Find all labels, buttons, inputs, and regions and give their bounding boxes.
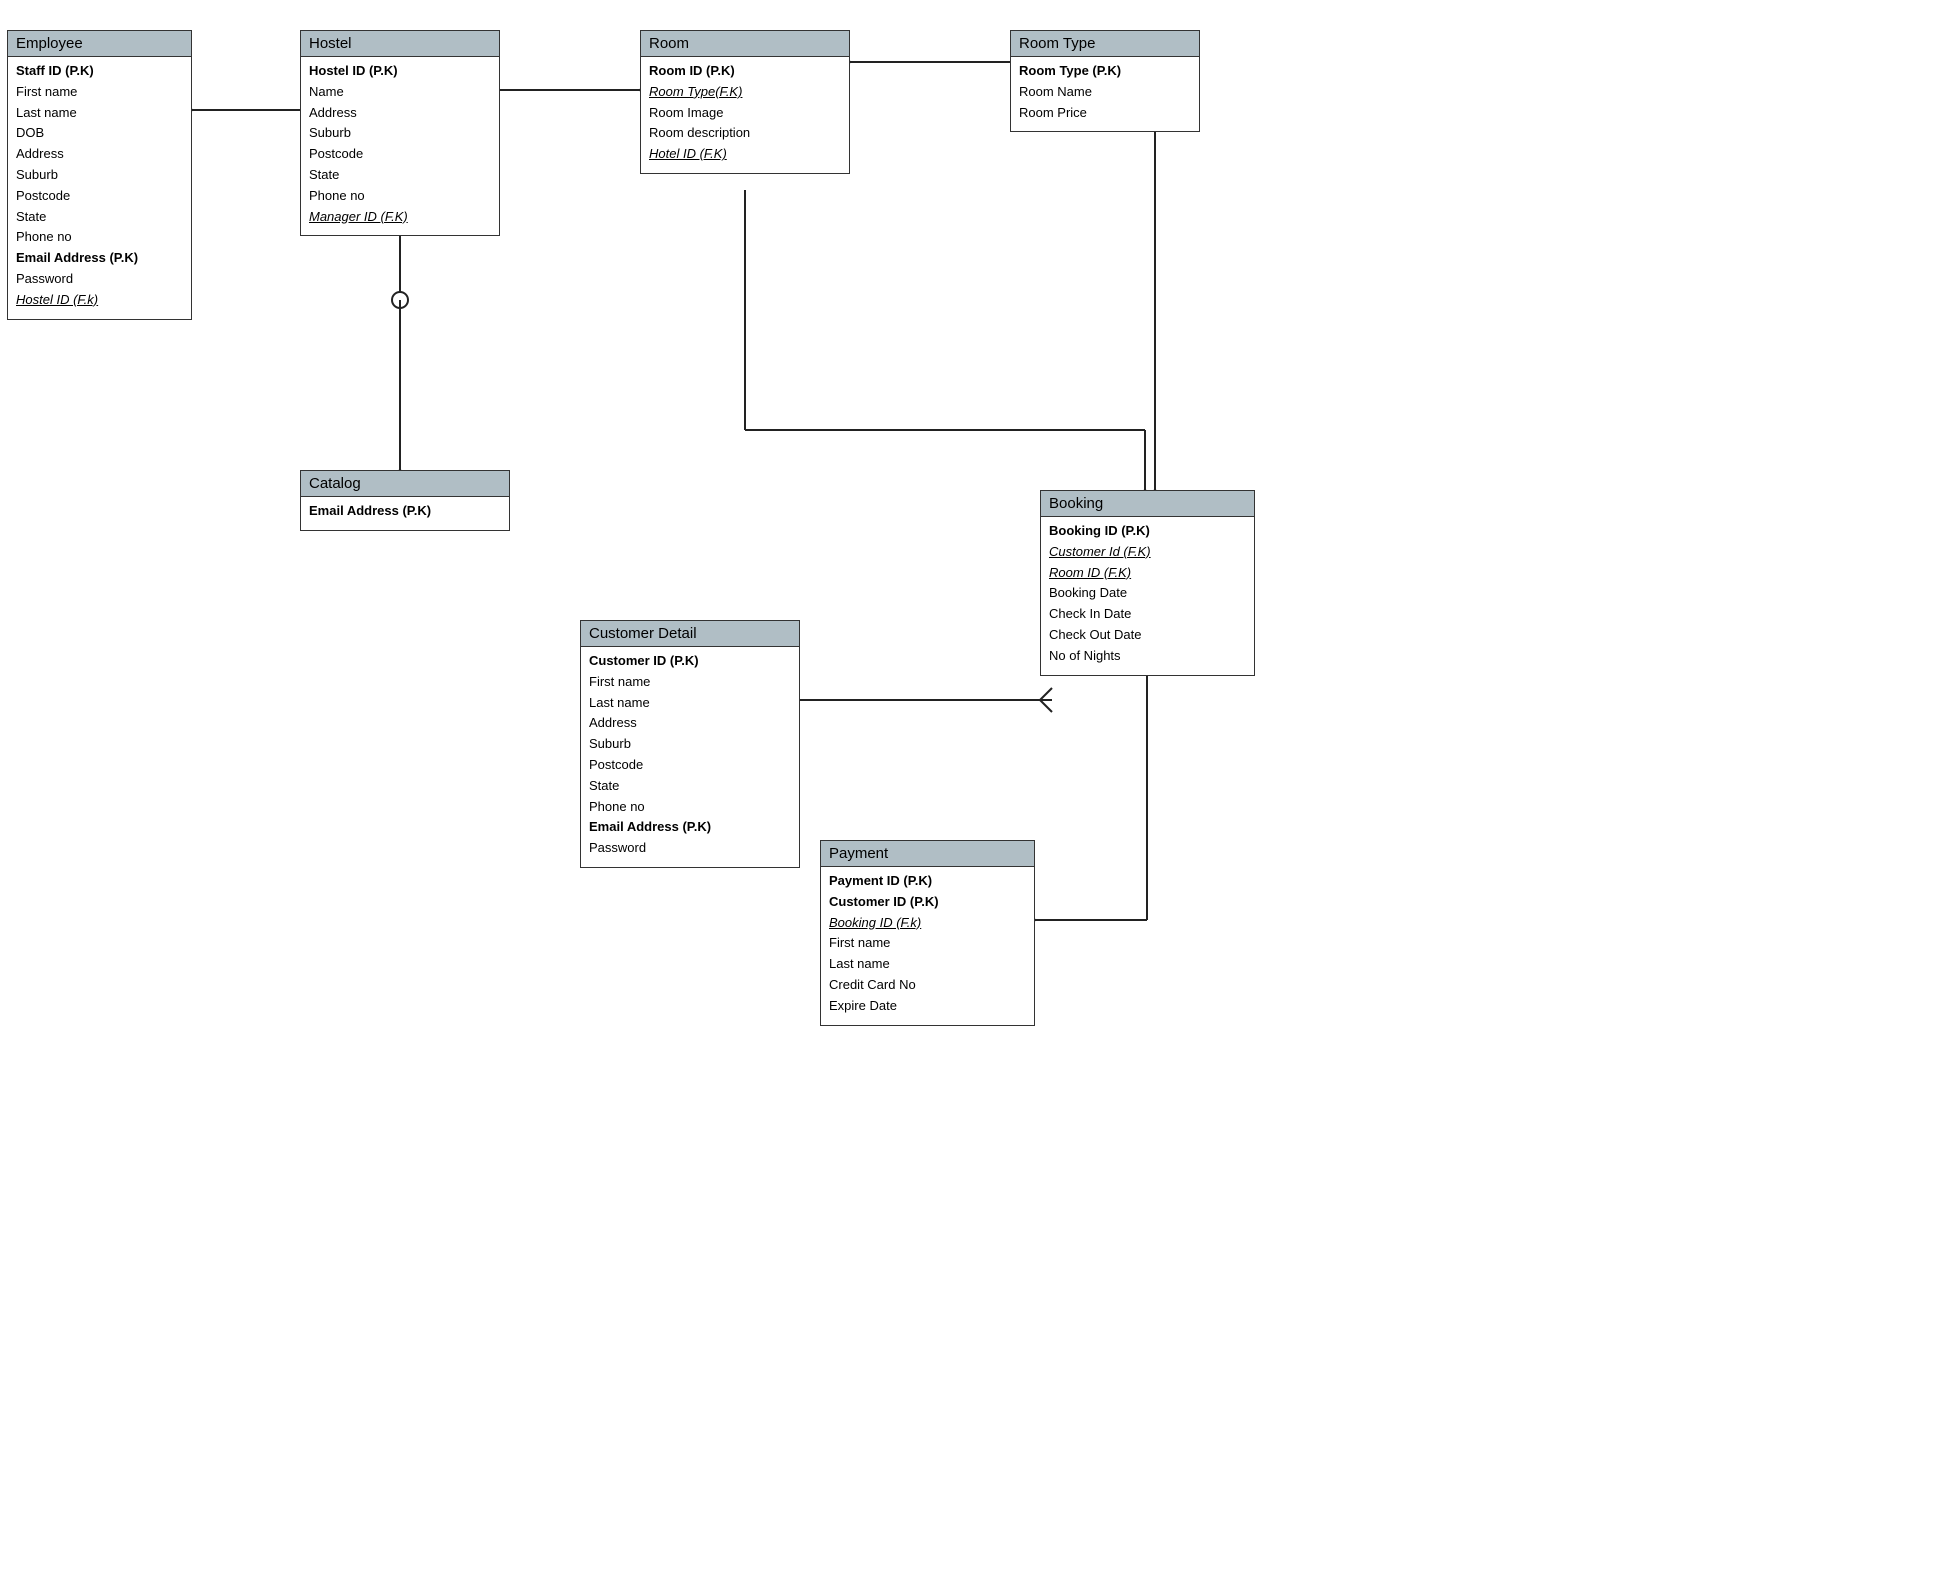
entity-catalog-body: Email Address (P.K) bbox=[301, 497, 509, 530]
entity-payment-header: Payment bbox=[821, 841, 1034, 867]
entity-roomtype: Room Type Room Type (P.K) Room Name Room… bbox=[1010, 30, 1200, 132]
field: Email Address (P.K) bbox=[309, 501, 501, 522]
field: Expire Date bbox=[829, 996, 1026, 1017]
field: Password bbox=[589, 838, 791, 859]
field: Hostel ID (P.K) bbox=[309, 61, 491, 82]
entity-booking: Booking Booking ID (P.K) Customer Id (F.… bbox=[1040, 490, 1255, 676]
field: Password bbox=[16, 269, 183, 290]
field: State bbox=[309, 165, 491, 186]
field: Last name bbox=[16, 103, 183, 124]
entity-employee: Employee Staff ID (P.K) First name Last … bbox=[7, 30, 192, 320]
field: Staff ID (P.K) bbox=[16, 61, 183, 82]
field: Room description bbox=[649, 123, 841, 144]
field: Postcode bbox=[309, 144, 491, 165]
entity-roomtype-header: Room Type bbox=[1011, 31, 1199, 57]
entity-catalog-header: Catalog bbox=[301, 471, 509, 497]
field: Credit Card No bbox=[829, 975, 1026, 996]
field: Manager ID (F.K) bbox=[309, 207, 491, 228]
field: Room ID (F.K) bbox=[1049, 563, 1246, 584]
field: Email Address (P.K) bbox=[589, 817, 791, 838]
field: Phone no bbox=[589, 797, 791, 818]
entity-hostel-header: Hostel bbox=[301, 31, 499, 57]
field: Room Type (P.K) bbox=[1019, 61, 1191, 82]
field: First name bbox=[829, 933, 1026, 954]
field: Check Out Date bbox=[1049, 625, 1246, 646]
entity-hostel: Hostel Hostel ID (P.K) Name Address Subu… bbox=[300, 30, 500, 236]
field: Payment ID (P.K) bbox=[829, 871, 1026, 892]
entity-booking-header: Booking bbox=[1041, 491, 1254, 517]
entity-customerdetail: Customer Detail Customer ID (P.K) First … bbox=[580, 620, 800, 868]
field: Last name bbox=[829, 954, 1026, 975]
field: Suburb bbox=[16, 165, 183, 186]
field: Hotel ID (F.K) bbox=[649, 144, 841, 165]
field: Customer ID (P.K) bbox=[589, 651, 791, 672]
field: Phone no bbox=[309, 186, 491, 207]
field: Last name bbox=[589, 693, 791, 714]
field: Room ID (P.K) bbox=[649, 61, 841, 82]
field: First name bbox=[589, 672, 791, 693]
field: Name bbox=[309, 82, 491, 103]
entity-customerdetail-body: Customer ID (P.K) First name Last name A… bbox=[581, 647, 799, 867]
field: Room Image bbox=[649, 103, 841, 124]
field: Address bbox=[16, 144, 183, 165]
field: DOB bbox=[16, 123, 183, 144]
field: State bbox=[16, 207, 183, 228]
field: Check In Date bbox=[1049, 604, 1246, 625]
entity-employee-body: Staff ID (P.K) First name Last name DOB … bbox=[8, 57, 191, 319]
entity-room-body: Room ID (P.K) Room Type(F.K) Room Image … bbox=[641, 57, 849, 173]
entity-roomtype-body: Room Type (P.K) Room Name Room Price bbox=[1011, 57, 1199, 131]
field: Booking Date bbox=[1049, 583, 1246, 604]
field: Booking ID (P.K) bbox=[1049, 521, 1246, 542]
entity-hostel-body: Hostel ID (P.K) Name Address Suburb Post… bbox=[301, 57, 499, 235]
field: No of Nights bbox=[1049, 646, 1246, 667]
entity-employee-header: Employee bbox=[8, 31, 191, 57]
entity-booking-body: Booking ID (P.K) Customer Id (F.K) Room … bbox=[1041, 517, 1254, 675]
field: Suburb bbox=[309, 123, 491, 144]
entity-customerdetail-header: Customer Detail bbox=[581, 621, 799, 647]
field: Hostel ID (F.k) bbox=[16, 290, 183, 311]
field: Booking ID (F.k) bbox=[829, 913, 1026, 934]
field: Customer Id (F.K) bbox=[1049, 542, 1246, 563]
field: Email Address (P.K) bbox=[16, 248, 183, 269]
entity-room: Room Room ID (P.K) Room Type(F.K) Room I… bbox=[640, 30, 850, 174]
field: Address bbox=[589, 713, 791, 734]
entity-payment: Payment Payment ID (P.K) Customer ID (P.… bbox=[820, 840, 1035, 1026]
field: Phone no bbox=[16, 227, 183, 248]
field: Postcode bbox=[589, 755, 791, 776]
entity-catalog: Catalog Email Address (P.K) bbox=[300, 470, 510, 531]
field: Postcode bbox=[16, 186, 183, 207]
field: First name bbox=[16, 82, 183, 103]
field: Room Type(F.K) bbox=[649, 82, 841, 103]
entity-room-header: Room bbox=[641, 31, 849, 57]
field: Address bbox=[309, 103, 491, 124]
field: State bbox=[589, 776, 791, 797]
entity-payment-body: Payment ID (P.K) Customer ID (P.K) Booki… bbox=[821, 867, 1034, 1025]
field: Customer ID (P.K) bbox=[829, 892, 1026, 913]
field: Suburb bbox=[589, 734, 791, 755]
field: Room Price bbox=[1019, 103, 1191, 124]
field: Room Name bbox=[1019, 82, 1191, 103]
